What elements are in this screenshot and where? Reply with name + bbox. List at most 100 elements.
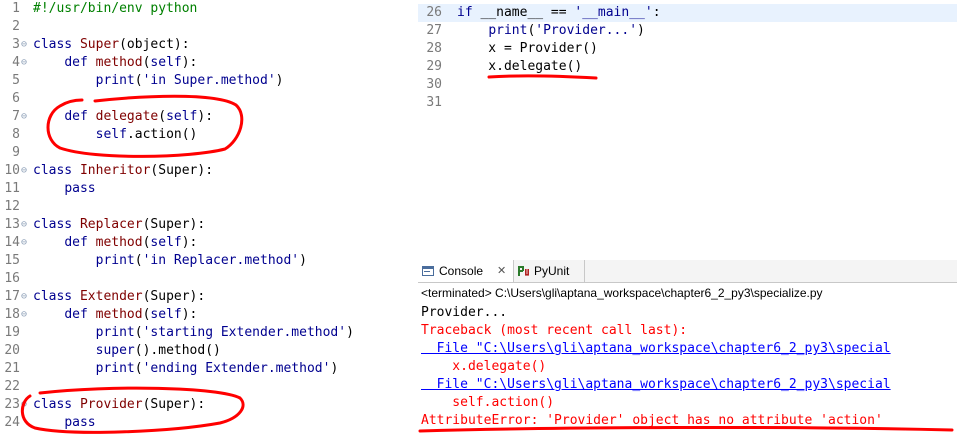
fold-toggle-icon[interactable] <box>21 0 29 18</box>
code-text: print('ending Extender.method') <box>33 360 339 378</box>
code-line[interactable]: 3 ⊖ class Super(object): <box>0 36 410 54</box>
console-file-link[interactable]: File "C:\Users\gli\aptana_workspace\chap… <box>421 340 891 358</box>
code-line[interactable]: 14 ⊖ def method(self): <box>0 234 410 252</box>
code-line[interactable]: 7 ⊖ def delegate(self): <box>0 108 410 126</box>
console-output-line: x.delegate() <box>421 359 547 374</box>
fold-toggle-icon[interactable] <box>21 144 29 162</box>
code-token: method <box>95 307 143 322</box>
code-line[interactable]: 4 ⊖ def method(self): <box>0 54 410 72</box>
fold-toggle-icon[interactable] <box>21 360 29 378</box>
fold-toggle-icon[interactable] <box>21 90 29 108</box>
console-output-line: Provider... <box>421 305 508 320</box>
code-line[interactable]: 21 print('ending Extender.method') <box>0 360 410 378</box>
fold-toggle-icon[interactable]: ⊖ <box>21 216 29 234</box>
line-number: 12 <box>4 199 20 214</box>
code-line[interactable]: 8 self.action() <box>0 126 410 144</box>
code-token: Extender <box>79 289 143 304</box>
code-token: ) <box>637 23 645 38</box>
fold-toggle-icon[interactable] <box>21 198 29 216</box>
code-line[interactable]: 31 <box>418 94 957 112</box>
code-line[interactable]: 13 ⊖ class Replacer(Super): <box>0 216 410 234</box>
fold-toggle-icon[interactable]: ⊖ <box>21 54 29 72</box>
console-output-line: Traceback (most recent call last): <box>421 323 688 338</box>
console-output-line: self.action() <box>421 395 555 410</box>
fold-toggle-icon[interactable] <box>21 18 29 36</box>
code-line[interactable]: 5 print('in Super.method') <box>0 72 410 90</box>
code-line[interactable]: 22 <box>0 378 410 396</box>
code-line[interactable]: 1 #!/usr/bin/env python <box>0 0 410 18</box>
code-line[interactable]: 20 super().method() <box>0 342 410 360</box>
code-line[interactable]: 19 print('starting Extender.method') <box>0 324 410 342</box>
left-code-editor[interactable]: 1 #!/usr/bin/env python 2 3 ⊖ class Super(obj… <box>0 0 410 440</box>
code-line[interactable]: 2 <box>0 18 410 36</box>
fold-toggle-icon[interactable]: ⊖ <box>21 396 29 414</box>
code-token: __name__ == <box>480 5 575 20</box>
code-line[interactable]: 6 <box>0 90 410 108</box>
pyunit-icon <box>518 266 529 276</box>
fold-toggle-icon[interactable] <box>21 414 29 432</box>
fold-toggle-icon[interactable] <box>21 180 29 198</box>
line-number: 19 <box>4 325 20 340</box>
code-token: print <box>95 325 135 340</box>
fold-toggle-icon[interactable]: ⊖ <box>21 162 29 180</box>
code-text: print('Provider...') <box>457 22 645 40</box>
code-token: self <box>166 109 198 124</box>
code-token: .action() <box>126 127 198 142</box>
code-line[interactable]: 15 print('in Replacer.method') <box>0 252 410 270</box>
tab-console[interactable]: Console ✕ <box>418 260 514 282</box>
fold-toggle-icon[interactable]: ⊖ <box>21 36 29 54</box>
fold-toggle-icon[interactable] <box>21 378 29 396</box>
line-number: 22 <box>4 379 20 394</box>
line-number: 31 <box>426 95 442 110</box>
line-number: 18 <box>4 307 20 322</box>
code-text: def method(self): <box>33 54 197 72</box>
fold-toggle-icon[interactable]: ⊖ <box>21 108 29 126</box>
code-line[interactable]: 24 pass <box>0 414 410 432</box>
code-line[interactable]: 27 print('Provider...') <box>418 22 957 40</box>
tab-pyunit[interactable]: PyUnit <box>514 260 585 282</box>
fold-toggle-icon[interactable]: ⊖ <box>21 288 29 306</box>
tab-pyunit-label: PyUnit <box>534 264 570 278</box>
console-file-link[interactable]: File "C:\Users\gli\aptana_workspace\chap… <box>421 376 891 394</box>
code-line[interactable]: 9 <box>0 144 410 162</box>
fold-toggle-icon[interactable] <box>21 270 29 288</box>
code-token: pass <box>64 415 96 430</box>
code-token: ( <box>134 361 143 376</box>
code-token: delegate <box>95 109 159 124</box>
code-line[interactable]: 23 ⊖ class Provider(Super): <box>0 396 410 414</box>
line-number: 27 <box>426 23 442 38</box>
code-line[interactable]: 12 <box>0 198 410 216</box>
code-line[interactable]: 11 pass <box>0 180 410 198</box>
fold-toggle-icon[interactable] <box>21 252 29 270</box>
code-token: Provider <box>79 397 143 412</box>
fold-toggle-icon[interactable] <box>21 324 29 342</box>
close-icon[interactable]: ✕ <box>497 260 506 282</box>
code-line[interactable]: 10 ⊖ class Inheritor(Super): <box>0 162 410 180</box>
code-token: ): <box>181 307 198 322</box>
fold-toggle-icon[interactable]: ⊖ <box>21 306 29 324</box>
fold-toggle-icon[interactable] <box>21 72 29 90</box>
line-number: 1 <box>12 1 20 16</box>
fold-toggle-icon[interactable] <box>21 126 29 144</box>
code-token: if <box>457 5 481 20</box>
code-token: ( <box>158 109 167 124</box>
code-token: def <box>64 307 96 322</box>
code-line[interactable]: 16 <box>0 270 410 288</box>
code-line[interactable]: 26 if __name__ == '__main__': <box>418 4 957 22</box>
code-token: ( <box>134 73 143 88</box>
code-line[interactable]: 29 x.delegate() <box>418 58 957 76</box>
fold-toggle-icon[interactable] <box>21 342 29 360</box>
code-line[interactable]: 30 <box>418 76 957 94</box>
code-line[interactable]: 17 ⊖ class Extender(Super): <box>0 288 410 306</box>
line-number: 7 <box>12 109 20 124</box>
code-line[interactable]: 28 x = Provider() <box>418 40 957 58</box>
line-number: 11 <box>4 181 20 196</box>
line-number: 16 <box>4 271 20 286</box>
right-code-editor[interactable]: 26 if __name__ == '__main__': 27 print('Pr… <box>418 0 957 120</box>
code-line[interactable]: 18 ⊖ def method(self): <box>0 306 410 324</box>
line-number: 14 <box>4 235 20 250</box>
fold-toggle-icon[interactable]: ⊖ <box>21 234 29 252</box>
